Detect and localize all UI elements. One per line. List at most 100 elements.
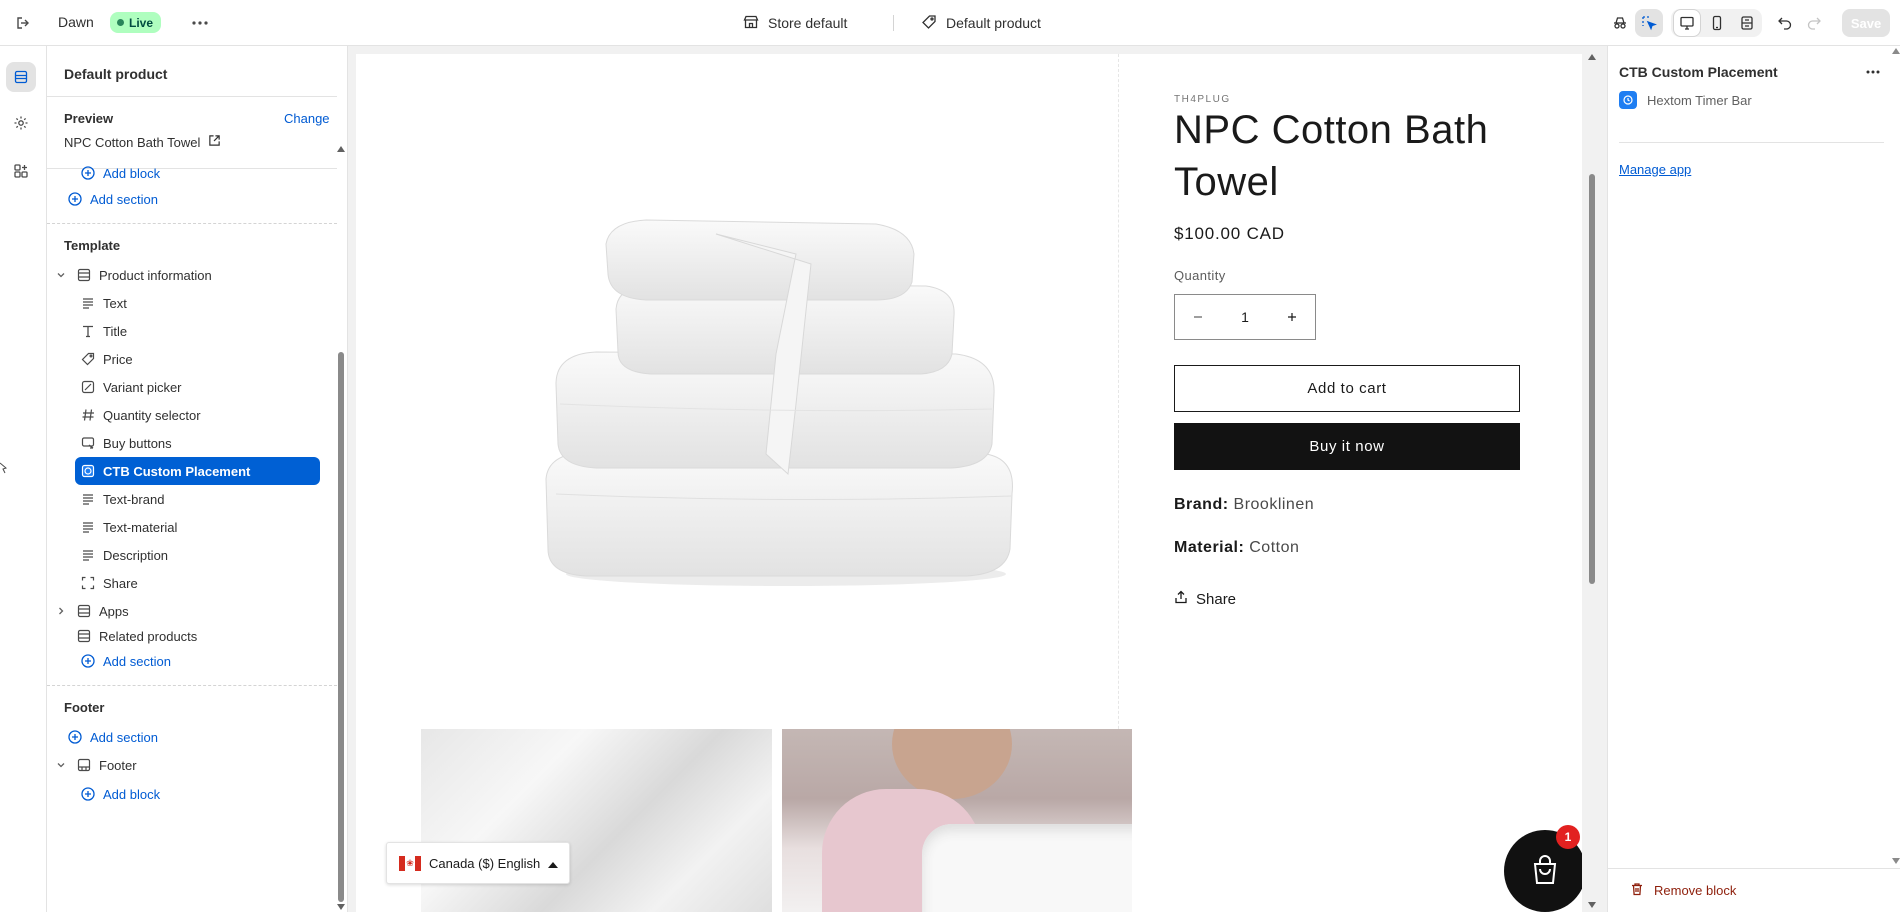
gear-icon[interactable]: [6, 108, 36, 138]
block-settings-panel: CTB Custom Placement Hextom Timer Bar Ma…: [1607, 46, 1900, 912]
plus-circle-icon: [80, 165, 96, 181]
block-text[interactable]: Text: [80, 289, 347, 317]
more-actions-button[interactable]: [188, 12, 212, 34]
section-product-information[interactable]: Product information: [53, 261, 343, 289]
mobile-view-button[interactable]: [1703, 9, 1731, 37]
external-link-icon[interactable]: [208, 134, 221, 150]
template-selector-button[interactable]: Default product: [921, 12, 1041, 34]
block-share[interactable]: Share: [80, 569, 347, 597]
chevron-down-icon[interactable]: [53, 267, 69, 283]
quantity-decrease-button[interactable]: [1175, 295, 1221, 339]
product-thumbnail-1[interactable]: [421, 729, 772, 912]
add-block-label: Add block: [103, 165, 161, 181]
preview-scroll-thumb[interactable]: [1589, 174, 1595, 584]
store-icon: [743, 14, 759, 33]
block-text-brand[interactable]: Text-brand: [80, 485, 347, 513]
add-block-label: Add block: [103, 786, 161, 802]
block-title[interactable]: Title: [80, 317, 347, 345]
sidebar-scrollbar[interactable]: [336, 144, 346, 912]
app-icon: [1619, 91, 1637, 109]
chevron-right-icon[interactable]: [53, 603, 69, 619]
text-icon: [80, 519, 96, 535]
text-icon: [80, 547, 96, 563]
buy-it-now-button[interactable]: Buy it now: [1174, 423, 1520, 470]
preview-product[interactable]: NPC Cotton Bath Towel: [64, 134, 221, 150]
manage-app-link[interactable]: Manage app: [1619, 162, 1691, 177]
section-footer[interactable]: Footer: [53, 751, 343, 779]
block-ctb-custom-placement[interactable]: CTB Custom Placement: [75, 457, 320, 485]
block-text-material[interactable]: Text-material: [80, 513, 347, 541]
share-button[interactable]: Share: [1174, 590, 1236, 608]
quantity-input[interactable]: 1: [1221, 309, 1269, 325]
block-buy-buttons[interactable]: Buy buttons: [80, 429, 347, 457]
store-selector-button[interactable]: Store default: [743, 12, 847, 34]
panel-more-button[interactable]: [1861, 62, 1885, 82]
footer-section-icon: [76, 757, 92, 773]
store-selector-label: Store default: [768, 15, 848, 31]
text-icon: [80, 295, 96, 311]
fullscreen-view-button[interactable]: [1733, 9, 1761, 37]
add-block-button[interactable]: Add block: [80, 164, 347, 182]
desktop-view-button[interactable]: [1673, 9, 1701, 37]
change-preview-link[interactable]: Change: [284, 111, 330, 126]
brand-label: Brand:: [1174, 496, 1229, 513]
section-related-products[interactable]: Related products: [76, 622, 347, 650]
remove-block-button[interactable]: Remove block: [1608, 868, 1900, 912]
block-quantity-selector[interactable]: Quantity selector: [80, 401, 347, 429]
live-badge-label: Live: [129, 15, 154, 30]
add-section-button[interactable]: Add section: [67, 185, 347, 213]
template-heading: Template: [64, 238, 121, 253]
incognito-preview-button[interactable]: [1606, 9, 1634, 37]
add-section-button[interactable]: Add section: [80, 647, 347, 675]
panel-scrollbar[interactable]: [1891, 46, 1900, 868]
share-frame-icon: [80, 575, 96, 591]
hash-icon: [80, 407, 96, 423]
save-button[interactable]: Save: [1842, 9, 1890, 37]
tag-icon: [921, 14, 937, 33]
live-badge: Live: [110, 12, 162, 33]
add-section-label: Add section: [103, 653, 171, 669]
canada-flag-icon: ❀: [399, 855, 421, 871]
block-label: Title: [103, 323, 128, 339]
sidebar-scroll-thumb[interactable]: [338, 352, 344, 902]
section-icon: [76, 267, 92, 283]
chevron-down-icon[interactable]: [53, 757, 69, 773]
section-icon: [76, 628, 92, 644]
share-label: Share: [1196, 590, 1237, 608]
footer-add-block-button[interactable]: Add block: [80, 780, 347, 808]
material-value: Cotton: [1249, 539, 1300, 556]
variant-icon: [80, 379, 96, 395]
locale-selector[interactable]: ❀ Canada ($) English: [386, 842, 570, 884]
trash-icon: [1630, 882, 1644, 899]
cursor-icon: [0, 462, 8, 479]
undo-button[interactable]: [1771, 9, 1799, 37]
section-apps[interactable]: Apps: [53, 597, 343, 625]
cart-icon: [80, 435, 96, 451]
quantity-increase-button[interactable]: [1269, 295, 1315, 339]
block-price[interactable]: Price: [80, 345, 347, 373]
preview-canvas: TH4PLUG NPC Cotton Bath Towel $100.00 CA…: [348, 46, 1607, 912]
locale-label: Canada ($) English: [429, 855, 541, 871]
product-thumbnail-2[interactable]: [782, 729, 1132, 912]
add-to-cart-button[interactable]: Add to cart: [1174, 365, 1520, 412]
block-description[interactable]: Description: [80, 541, 347, 569]
price-tag-icon: [80, 351, 96, 367]
shopping-bag-icon: [1528, 853, 1562, 890]
preview-scrollbar[interactable]: [1583, 54, 1601, 912]
apps-icon[interactable]: [6, 156, 36, 186]
material-text: Material: Cotton: [1174, 539, 1299, 557]
preview-label: Preview: [64, 111, 114, 126]
add-section-label: Add section: [90, 191, 158, 207]
product-main-image[interactable]: [526, 204, 1046, 604]
inspector-select-button[interactable]: [1635, 9, 1663, 37]
sections-icon[interactable]: [6, 62, 36, 92]
section-label: Related products: [99, 628, 198, 644]
sidebar-divider: [47, 96, 337, 97]
quantity-label: Quantity: [1174, 268, 1226, 283]
redo-button[interactable]: [1800, 9, 1828, 37]
block-variant-picker[interactable]: Variant picker: [80, 373, 347, 401]
sidebar: Default product Preview Change NPC Cotto…: [47, 46, 348, 912]
exit-icon[interactable]: [12, 12, 34, 34]
footer-heading: Footer: [64, 700, 105, 715]
footer-add-section-button[interactable]: Add section: [67, 723, 347, 751]
